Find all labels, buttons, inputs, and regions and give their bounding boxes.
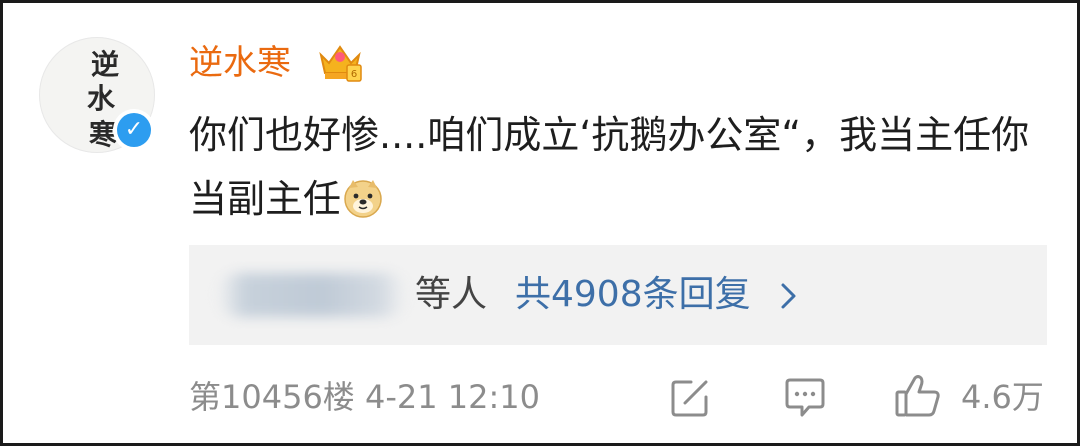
thumbs-up-icon[interactable] (893, 373, 943, 419)
comment-card: 逆 水 寒 ✓ 逆水寒 6 你们也好惨....咱们成立‘抗鹅办公室“，我当主任你… (0, 0, 1080, 446)
doge-emoji-icon (344, 180, 382, 218)
reply-people-suffix: 等人 (415, 274, 488, 315)
replies-panel[interactable]: 等人 共4908条回复 (189, 245, 1047, 345)
svg-text:6: 6 (351, 69, 357, 80)
comment-icon[interactable] (783, 377, 827, 419)
floor-and-time: 第10456楼 4-21 12:10 (189, 378, 540, 416)
chevron-right-icon[interactable] (777, 279, 801, 313)
crown-badge-icon: 6 (319, 45, 362, 82)
like-count: 4.6万 (961, 378, 1044, 416)
share-icon[interactable] (669, 377, 711, 419)
blurred-reply-names (217, 273, 407, 317)
reply-count-link[interactable]: 共4908条回复 (515, 271, 751, 319)
username[interactable]: 逆水寒 (189, 39, 291, 87)
comment-content: 你们也好惨....咱们成立‘抗鹅办公室“，我当主任你当副主任 (189, 103, 1049, 231)
verified-badge-icon: ✓ (113, 109, 155, 151)
comment-text: 你们也好惨....咱们成立‘抗鹅办公室“，我当主任你当副主任 (189, 113, 1030, 221)
